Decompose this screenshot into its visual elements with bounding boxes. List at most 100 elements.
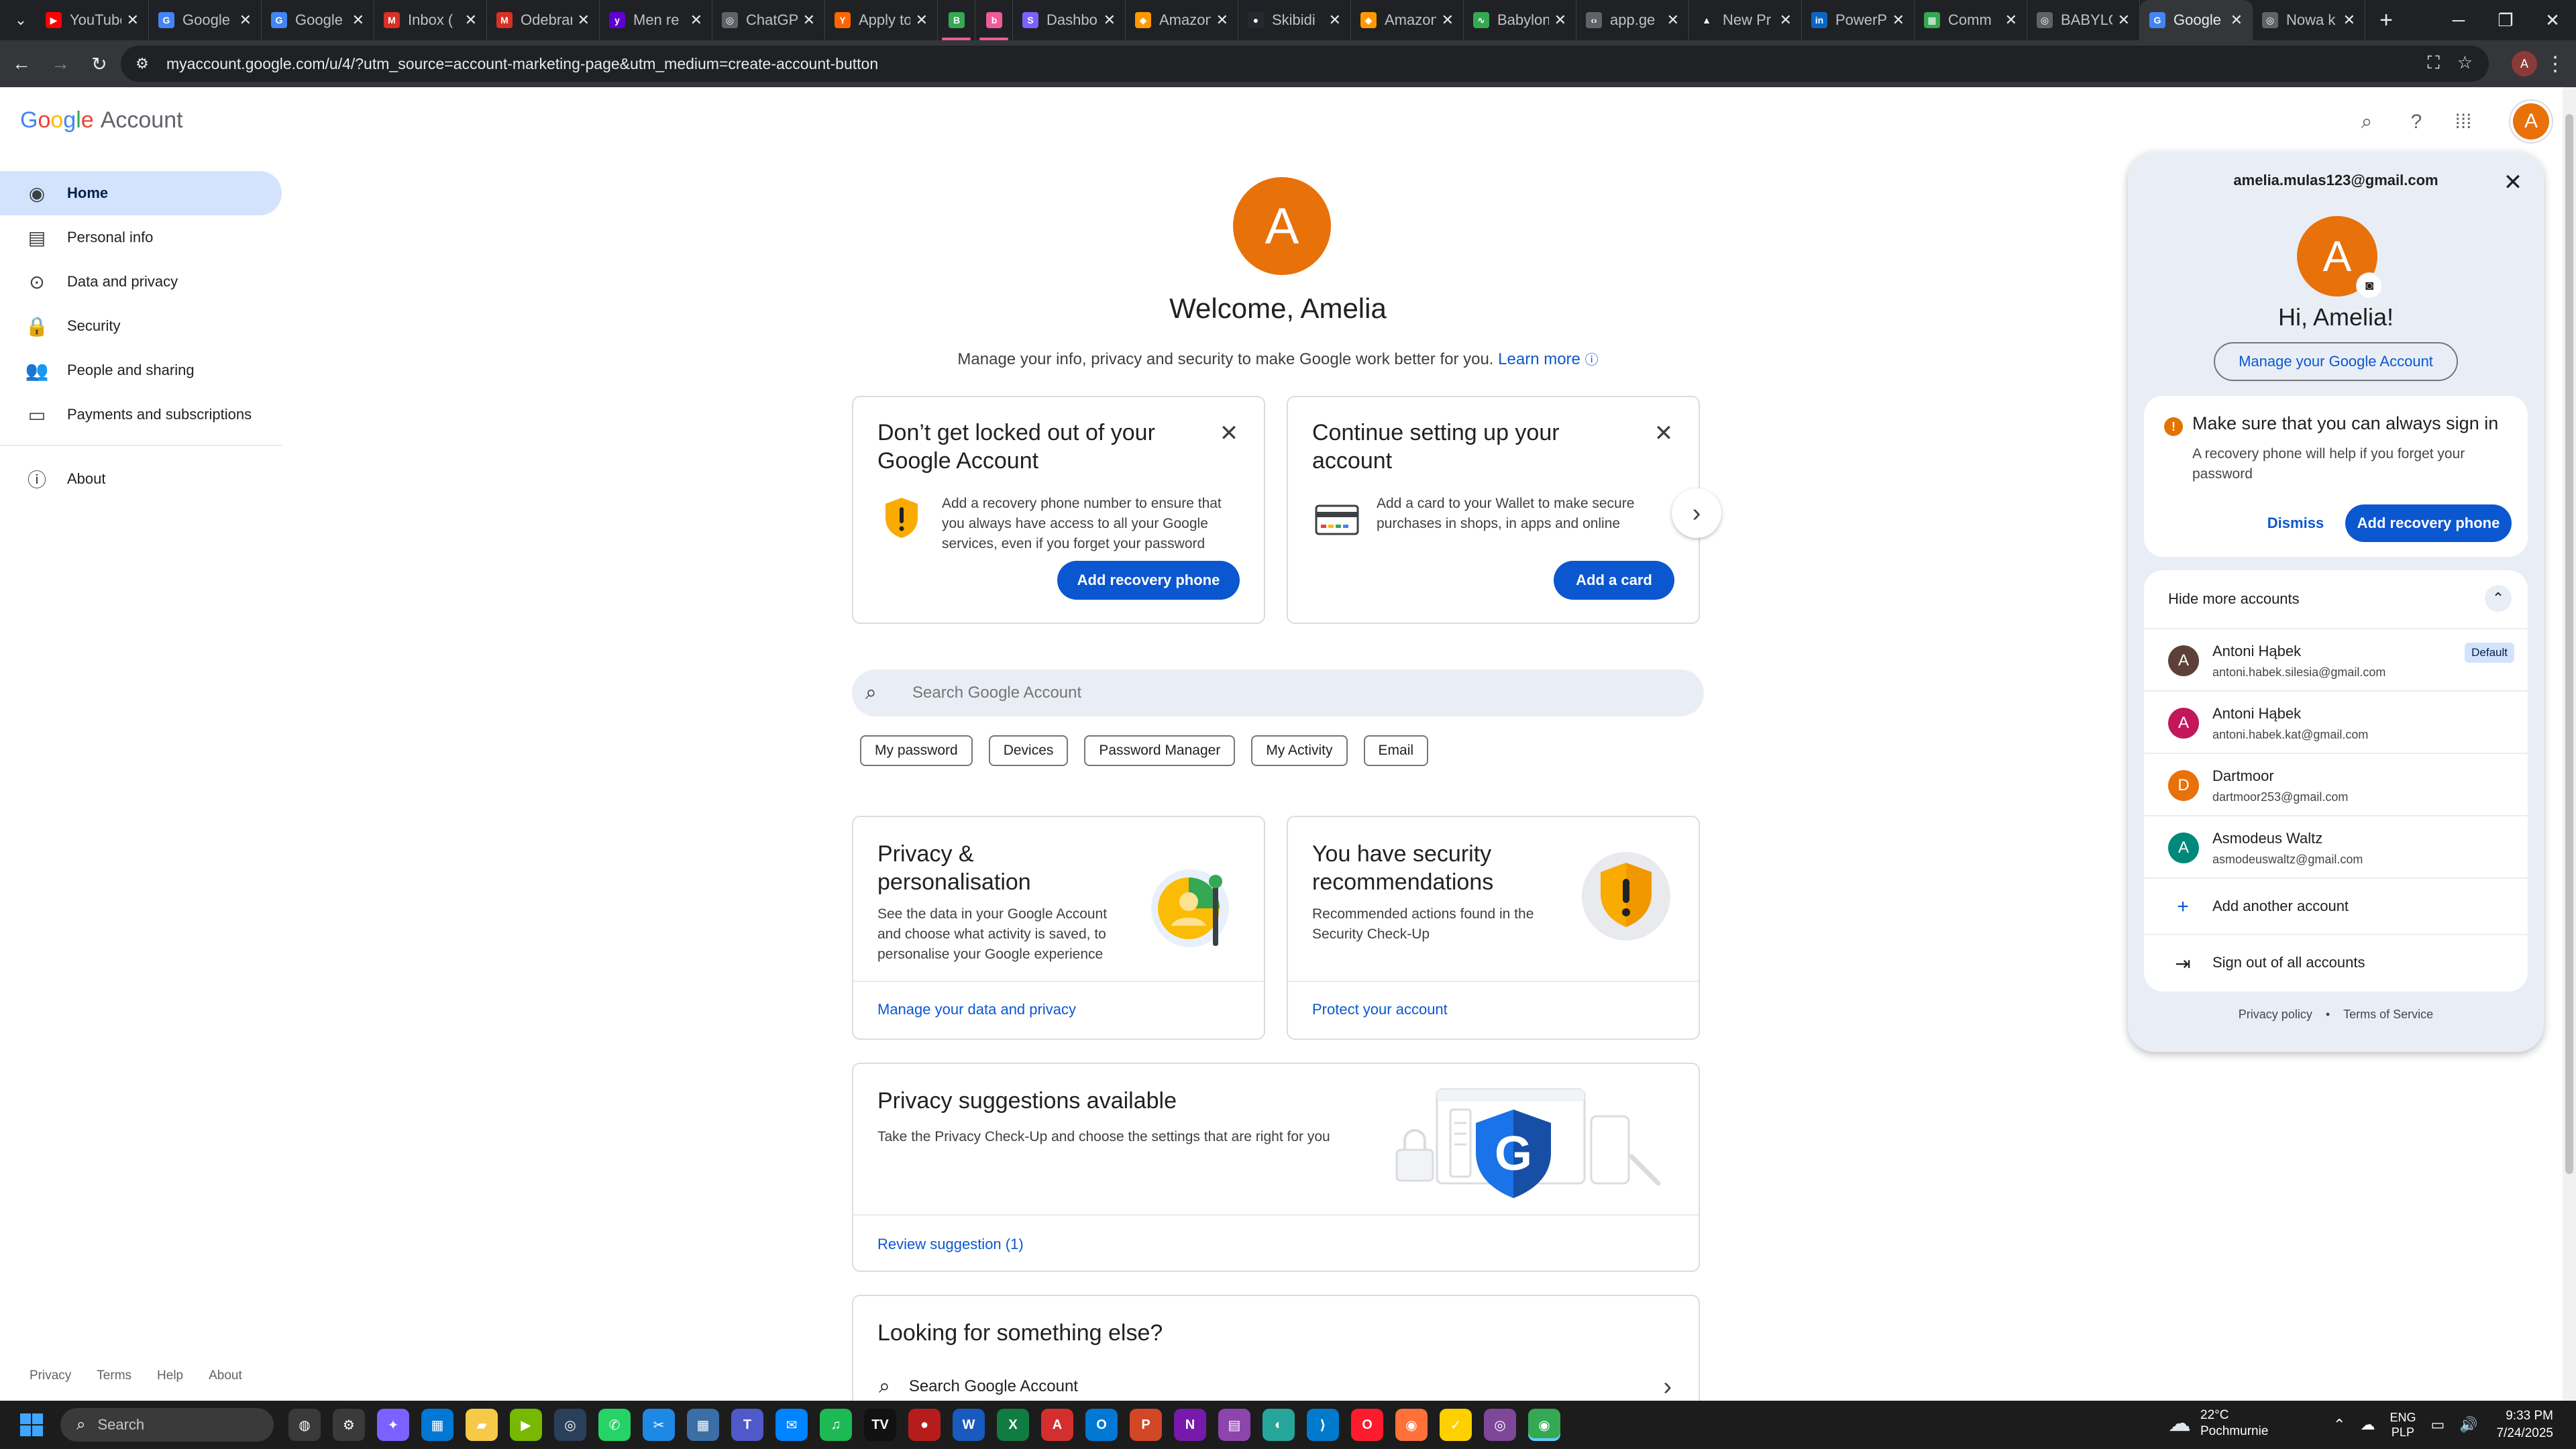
windows-start-icon[interactable]: [15, 1408, 48, 1442]
footer-terms-link[interactable]: Terms: [97, 1368, 131, 1383]
browser-tab[interactable]: B: [938, 0, 975, 40]
site-info-icon[interactable]: ⚙: [133, 54, 152, 73]
chevron-up-icon[interactable]: ⌃: [2333, 1416, 2345, 1434]
browser-tab[interactable]: ▶ YouTube ✕: [36, 0, 149, 40]
browser-tab[interactable]: G Google Docs ✕: [149, 0, 262, 40]
tab-close-icon[interactable]: ✕: [1554, 11, 1566, 29]
chevron-right-icon[interactable]: ›: [1663, 1373, 1672, 1401]
store-app-icon[interactable]: ▦: [421, 1409, 453, 1441]
protect-account-link[interactable]: Protect your account: [1312, 1001, 1448, 1018]
vscode-app-icon[interactable]: ⟩: [1307, 1409, 1339, 1441]
close-icon[interactable]: ✕: [2497, 166, 2529, 199]
record-app-icon[interactable]: ●: [908, 1409, 941, 1441]
tab-close-icon[interactable]: ✕: [690, 11, 702, 29]
tab-close-icon[interactable]: ✕: [1442, 11, 1454, 29]
browser-tab[interactable]: ◆ Amazon ✕: [1351, 0, 1464, 40]
close-icon[interactable]: ✕: [1650, 420, 1677, 447]
browser-tab[interactable]: ‹› app.ge ✕: [1576, 0, 1689, 40]
search-icon[interactable]: ⌕: [2352, 107, 2381, 137]
tab-close-icon[interactable]: ✕: [916, 11, 928, 29]
sidebar-item-people-and-sharing[interactable]: 👥 People and sharing: [0, 348, 282, 392]
learn-more-link[interactable]: Learn more: [1498, 350, 1580, 368]
chip-devices[interactable]: Devices: [988, 735, 1069, 766]
tab-close-icon[interactable]: ✕: [2343, 11, 2355, 29]
account-row[interactable]: D Dartmoor dartmoor253@gmail.com: [2144, 753, 2528, 814]
tab-close-icon[interactable]: ✕: [1216, 11, 1228, 29]
chip-my-password[interactable]: My password: [860, 735, 973, 766]
tab-close-icon[interactable]: ✕: [803, 11, 815, 29]
tab-close-icon[interactable]: ✕: [1104, 11, 1116, 29]
review-suggestion-link[interactable]: Review suggestion (1): [877, 1236, 1024, 1253]
learn-more-help-icon[interactable]: ⓘ: [1585, 353, 1599, 368]
page-scrollbar[interactable]: [2563, 87, 2576, 1401]
volume-icon[interactable]: 🔊: [2459, 1416, 2477, 1434]
whatsapp-app-icon[interactable]: ✆: [598, 1409, 631, 1441]
sidebar-item-security[interactable]: 🔒 Security: [0, 304, 282, 348]
tab-close-icon[interactable]: ✕: [1667, 11, 1679, 29]
translate-icon[interactable]: ⛶: [2427, 52, 2439, 74]
tab-close-icon[interactable]: ✕: [465, 11, 477, 29]
browser-profile-avatar[interactable]: A: [2512, 51, 2537, 76]
footer-help-link[interactable]: Help: [157, 1368, 183, 1383]
restore-icon[interactable]: ❐: [2482, 0, 2529, 40]
browser-tab[interactable]: G Google ✕: [2140, 0, 2253, 40]
acrobat-app-icon[interactable]: A: [1041, 1409, 1073, 1441]
account-row[interactable]: A Antoni Hąbek antoni.habek.silesia@gmail.…: [2144, 628, 2528, 690]
browser-tab[interactable]: G Google ✕: [262, 0, 374, 40]
tab-search-chevron-icon[interactable]: ⌄: [5, 5, 36, 36]
tab-close-icon[interactable]: ✕: [1892, 11, 1904, 29]
taskbar-search[interactable]: ⌕ Search: [60, 1408, 274, 1442]
web-app-icon[interactable]: ◐: [1263, 1409, 1295, 1441]
apps-grid-icon[interactable]: ⁞⁞⁞: [2449, 107, 2478, 137]
chip-my-activity[interactable]: My Activity: [1251, 735, 1348, 766]
tab-close-icon[interactable]: ✕: [578, 11, 590, 29]
profile-avatar[interactable]: A: [1233, 177, 1331, 275]
privacy-personalisation-card[interactable]: Privacy & personalisation See the data i…: [852, 816, 1265, 1040]
terms-of-service-link[interactable]: Terms of Service: [2343, 1008, 2433, 1022]
calculator-app-icon[interactable]: ▦: [687, 1409, 719, 1441]
browser-tab[interactable]: ▦ Comm ✕: [1915, 0, 2027, 40]
browser-tab[interactable]: ▲ New Pr ✕: [1689, 0, 1802, 40]
footer-privacy-link[interactable]: Privacy: [30, 1368, 71, 1383]
browser-tab[interactable]: in PowerPoint ✕: [1802, 0, 1915, 40]
language-indicator[interactable]: ENG PLP: [2390, 1410, 2416, 1440]
add-another-account-button[interactable]: + Add another account: [2144, 877, 2528, 934]
search-account-row[interactable]: ⌕ Search Google Account: [879, 1375, 1078, 1398]
account-search-box[interactable]: ⌕: [852, 669, 1704, 716]
messenger-app-icon[interactable]: ✉: [775, 1409, 808, 1441]
tab-close-icon[interactable]: ✕: [2231, 11, 2243, 29]
forward-icon[interactable]: →: [43, 46, 78, 81]
opera-app-icon[interactable]: O: [1351, 1409, 1383, 1441]
browser-tab[interactable]: ◆ Amazon ✕: [1126, 0, 1238, 40]
scrollbar-thumb[interactable]: [2565, 114, 2573, 1174]
nvidia-app-icon[interactable]: ▶: [510, 1409, 542, 1441]
spotify-app-icon[interactable]: ♫: [820, 1409, 852, 1441]
outlook-app-icon[interactable]: O: [1085, 1409, 1118, 1441]
powerpoint-app-icon[interactable]: P: [1130, 1409, 1162, 1441]
privacy-policy-link[interactable]: Privacy policy: [2239, 1008, 2312, 1022]
files-app-icon[interactable]: ▤: [1218, 1409, 1250, 1441]
sidebar-item-home[interactable]: ◉ Home: [0, 171, 282, 215]
tab-close-icon[interactable]: ✕: [239, 11, 252, 29]
minimize-icon[interactable]: ─: [2435, 0, 2482, 40]
sign-out-all-button[interactable]: ⇥ Sign out of all accounts: [2144, 934, 2528, 990]
browser-tab[interactable]: M Odebrane ✕: [487, 0, 600, 40]
chip-email[interactable]: Email: [1363, 735, 1429, 766]
manage-google-account-button[interactable]: Manage your Google Account: [2214, 342, 2458, 381]
browser-tab[interactable]: y Men re ✕: [600, 0, 712, 40]
manage-data-privacy-link[interactable]: Manage your data and privacy: [877, 1001, 1076, 1018]
explorer-app-icon[interactable]: ▰: [466, 1409, 498, 1441]
address-bar[interactable]: ⚙ myaccount.google.com/u/4/?utm_source=a…: [121, 46, 2489, 82]
add-recovery-phone-button[interactable]: Add recovery phone: [2345, 504, 2512, 542]
hide-more-accounts-toggle[interactable]: Hide more accounts ⌃: [2144, 570, 2528, 628]
tab-close-icon[interactable]: ✕: [127, 11, 139, 29]
browser-tab[interactable]: ● Skibidi ✕: [1238, 0, 1351, 40]
tab-close-icon[interactable]: ✕: [1329, 11, 1341, 29]
browser-tab[interactable]: ◎ ChatGPT ✕: [712, 0, 825, 40]
taskbar-clock[interactable]: 9:33 PM 7/24/2025: [2496, 1407, 2553, 1442]
bookmark-star-icon[interactable]: ☆: [2457, 52, 2473, 74]
onenote-app-icon[interactable]: N: [1174, 1409, 1206, 1441]
browser-tab[interactable]: ◎ BABYLON ✕: [2027, 0, 2140, 40]
account-row[interactable]: A Antoni Hąbek antoni.habek.kat@gmail.com: [2144, 690, 2528, 752]
new-tab-button[interactable]: +: [2369, 3, 2403, 37]
